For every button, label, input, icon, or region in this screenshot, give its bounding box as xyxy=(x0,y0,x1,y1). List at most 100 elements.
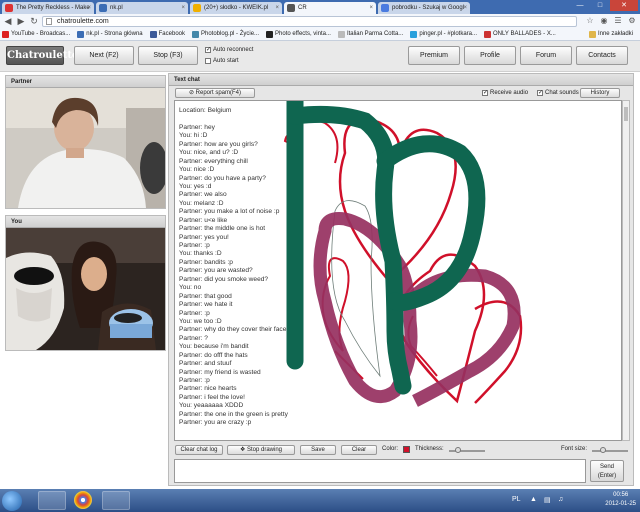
bookmark-label: Facebook xyxy=(158,31,185,37)
tab-title: pobrodku - Szukaj w Googl xyxy=(392,5,465,11)
volume-icon[interactable]: ♫ xyxy=(558,496,563,503)
bookmark-favicon-icon xyxy=(266,30,274,38)
clear-button[interactable]: Clear xyxy=(341,445,377,455)
star-icon[interactable]: ☆ xyxy=(585,16,595,26)
other-bookmarks-label: Inne zakładki xyxy=(597,31,633,37)
bookmark-label: nk.pl - Strona główna xyxy=(86,31,143,37)
stop-button[interactable]: Stop (F3) xyxy=(138,46,198,65)
premium-button[interactable]: Premium xyxy=(408,46,460,65)
bookmark-item[interactable]: Italian Parma Cotta... xyxy=(337,30,403,38)
send-shortcut-label: (Enter) xyxy=(597,473,617,479)
browser-tab[interactable]: pobrodku - Szukaj w Googl × xyxy=(378,2,470,14)
bookmark-favicon-icon xyxy=(484,30,492,38)
bookmark-item[interactable]: Photoblog.pl - Życie... xyxy=(192,30,260,38)
bookmark-label: Photo effects, vinta... xyxy=(275,31,331,37)
address-bar[interactable]: chatroulette.com xyxy=(42,15,577,27)
bookmark-item[interactable]: pinger.pl - #plotkara... xyxy=(410,30,477,38)
scroll-thumb[interactable] xyxy=(624,107,628,121)
drawing-canvas[interactable] xyxy=(175,101,622,441)
you-video-panel: You xyxy=(5,215,166,351)
other-bookmarks[interactable]: Inne zakładki xyxy=(588,30,633,38)
bookmark-label: Photoblog.pl - Życie... xyxy=(201,31,260,37)
browser-tab[interactable]: (20+) słodko - KWEIK.pl × xyxy=(190,2,282,14)
network-icon[interactable]: ▤ xyxy=(544,496,551,504)
send-button[interactable]: Send (Enter) xyxy=(590,460,624,482)
bookmarks-bar: YouTube - Broadcas... nk.pl - Strona głów… xyxy=(0,28,640,41)
clear-chat-log-button[interactable]: Clear chat log xyxy=(175,445,223,455)
bookmark-label: YouTube - Broadcas... xyxy=(11,31,71,37)
partner-video xyxy=(6,88,165,208)
stop-drawing-label: Stop drawing xyxy=(247,447,283,453)
camera-taskbar-icon[interactable] xyxy=(102,491,130,510)
forum-button[interactable]: Forum xyxy=(520,46,572,65)
reload-icon[interactable]: ↻ xyxy=(29,16,39,26)
language-indicator[interactable]: PL xyxy=(512,496,521,503)
chat-input[interactable] xyxy=(174,459,586,483)
auto-reconnect-checkbox[interactable]: ✓ Auto reconnect xyxy=(205,47,253,53)
windows-start-icon[interactable] xyxy=(2,491,22,511)
auto-start-checkbox[interactable]: Auto start xyxy=(205,58,239,64)
windows-taskbar: PL ▲ ▤ ♫ 00:56 2012-01-25 xyxy=(0,489,640,512)
chat-scrollbar[interactable] xyxy=(622,100,630,441)
you-video-image xyxy=(6,228,165,350)
chat-sounds-label: Chat sounds xyxy=(545,90,579,96)
close-icon[interactable]: ✕ xyxy=(610,0,638,11)
browser-tab[interactable]: nk.pl × xyxy=(96,2,188,14)
window-controls: — □ ✕ xyxy=(570,0,638,11)
tab-close-icon[interactable]: × xyxy=(275,2,279,14)
contacts-button[interactable]: Contacts xyxy=(576,46,628,65)
browser-nav-bar: ◀ ▶ ↻ chatroulette.com ☆ ◉ ☰ ⚙ xyxy=(0,14,640,28)
report-spam-button[interactable]: ⊘ Report spam(F4) xyxy=(175,88,255,98)
receive-audio-checkbox[interactable]: ✓ Receive audio xyxy=(482,90,528,96)
partner-panel-title: Partner xyxy=(6,76,165,88)
forward-arrow-icon[interactable]: ▶ xyxy=(16,16,26,26)
chrome-taskbar-icon[interactable] xyxy=(74,491,92,509)
clock-date: 2012-01-25 xyxy=(605,501,636,507)
checkbox-checked-icon: ✓ xyxy=(482,90,489,96)
thickness-slider-knob[interactable] xyxy=(455,447,461,453)
tab-close-icon[interactable]: × xyxy=(181,2,185,14)
block-icon: ⊘ xyxy=(188,90,196,96)
browser-tab[interactable]: CR × xyxy=(284,2,376,14)
chatroulette-logo: Chatroulette xyxy=(6,46,78,65)
bookmark-item[interactable]: Photo effects, vinta... xyxy=(266,30,331,38)
stop-drawing-button[interactable]: ❖ Stop drawing xyxy=(227,445,295,455)
font-size-slider[interactable] xyxy=(592,447,628,453)
folder-icon xyxy=(588,30,596,38)
wrench-icon[interactable]: ⚙ xyxy=(627,16,637,26)
save-button[interactable]: Save xyxy=(300,445,336,455)
tab-favicon-icon xyxy=(193,4,201,12)
font-size-slider-knob[interactable] xyxy=(600,447,606,453)
chat-log: Location: Belgium Partner: hey You: hi :D P… xyxy=(174,100,622,441)
bookmark-item[interactable]: YouTube - Broadcas... xyxy=(2,30,71,38)
thickness-label: Thickness: xyxy=(415,446,444,452)
tab-close-icon[interactable]: × xyxy=(87,2,91,14)
next-button[interactable]: Next (F2) xyxy=(74,46,134,65)
thickness-slider[interactable] xyxy=(449,447,485,453)
history-button[interactable]: History xyxy=(580,88,620,98)
text-chat-panel: Text chat ⊘ Report spam(F4) ✓ Receive au… xyxy=(168,73,634,486)
back-arrow-icon[interactable]: ◀ xyxy=(3,16,13,26)
color-swatch[interactable] xyxy=(403,446,410,453)
profile-button[interactable]: Profile xyxy=(464,46,516,65)
tab-favicon-icon xyxy=(287,4,295,12)
tab-title: The Pretty Reckless - Make xyxy=(16,5,90,11)
extension-eye-icon[interactable]: ◉ xyxy=(599,16,609,26)
maximize-icon[interactable]: □ xyxy=(590,0,610,11)
minimize-icon[interactable]: — xyxy=(570,0,590,11)
auto-start-label: Auto start xyxy=(213,58,239,64)
tab-close-icon[interactable]: × xyxy=(463,2,467,14)
explorer-taskbar-icon[interactable] xyxy=(38,491,66,510)
chat-sounds-checkbox[interactable]: ✓ Chat sounds xyxy=(537,90,579,96)
bookmark-item[interactable]: nk.pl - Strona główna xyxy=(77,30,143,38)
partner-video-image xyxy=(6,88,165,208)
bookmark-item[interactable]: ONLY BALLADES - X... xyxy=(484,30,556,38)
send-label: Send xyxy=(599,464,614,470)
clock[interactable]: 00:56 2012-01-25 xyxy=(605,491,636,509)
bookmark-favicon-icon xyxy=(2,30,9,38)
bookmark-item[interactable]: Facebook xyxy=(149,30,185,38)
browser-tab[interactable]: The Pretty Reckless - Make × xyxy=(2,2,94,14)
page-menu-icon[interactable]: ☰ xyxy=(613,16,623,26)
tab-close-icon[interactable]: × xyxy=(369,2,373,14)
tray-arrow-icon[interactable]: ▲ xyxy=(530,496,537,503)
